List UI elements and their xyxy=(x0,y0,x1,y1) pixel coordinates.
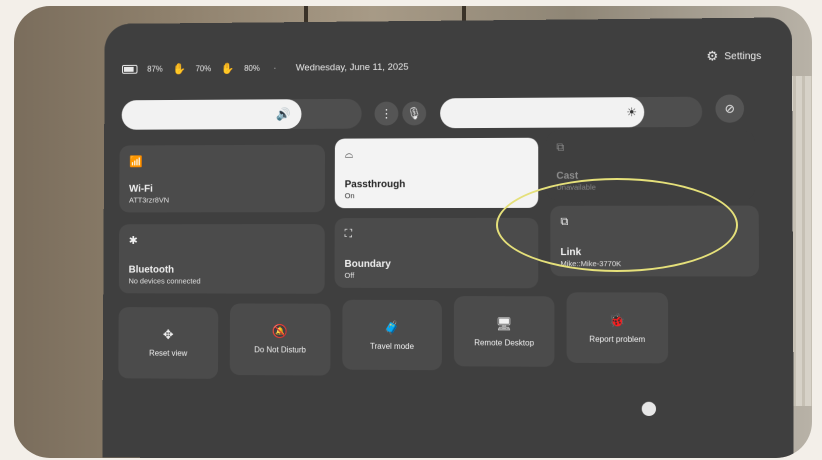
scene-background: 87% ✋ 70% ✋ 80% · Wednesday, June 11, 20… xyxy=(14,6,812,458)
speaker-icon: 🔊 xyxy=(275,107,291,122)
boundary-title: Boundary xyxy=(344,258,391,270)
more-options-button[interactable]: ⋮ xyxy=(374,101,399,126)
passthrough-status: On xyxy=(344,191,355,201)
wifi-icon: 📶 xyxy=(129,156,143,169)
controller-left-level: 70% xyxy=(195,64,212,74)
remote-desktop-label: Remote Desktop xyxy=(474,338,535,348)
tile-passthrough[interactable]: ⌓ Passthrough On xyxy=(334,137,539,209)
suitcase-icon: 🧳 xyxy=(383,319,401,335)
status-bar: 87% ✋ 70% ✋ 80% · Wednesday, June 11, 20… xyxy=(121,61,409,76)
bluetooth-icon: ✱ xyxy=(128,235,138,247)
settings-button[interactable]: ⚙ Settings xyxy=(706,48,761,65)
reset-view-button[interactable]: ✥ Reset view xyxy=(118,307,219,379)
battery-icon xyxy=(121,65,138,74)
cast-icon: ⧉ xyxy=(556,141,565,154)
gear-icon: ⚙ xyxy=(706,48,719,64)
sun-icon: ☀ xyxy=(626,105,638,120)
settings-label: Settings xyxy=(724,50,762,62)
bluetooth-title: Bluetooth xyxy=(128,264,175,276)
travel-mode-button[interactable]: 🧳 Travel mode xyxy=(342,299,442,371)
wifi-network: ATT3rzr8VN xyxy=(129,195,170,205)
wifi-title: Wi-Fi xyxy=(129,183,153,195)
passthrough-title: Passthrough xyxy=(344,179,406,191)
report-problem-button[interactable]: 🐞 Report problem xyxy=(566,292,669,364)
brightness-fill xyxy=(440,97,645,129)
report-problem-label: Report problem xyxy=(589,334,646,345)
bluetooth-status: No devices connected xyxy=(128,276,201,286)
bug-icon: 🐞 xyxy=(608,312,626,328)
battery-level: 87% xyxy=(147,64,163,74)
headset-icon: ⌓ xyxy=(344,148,354,161)
microphone-button[interactable]: 🎙 xyxy=(402,101,427,126)
visibility-off-button[interactable]: ⊘ xyxy=(715,94,745,123)
volume-slider[interactable]: 🔊 xyxy=(121,98,362,130)
reset-view-label: Reset view xyxy=(149,348,188,358)
travel-mode-label: Travel mode xyxy=(370,341,415,352)
date-label: Wednesday, June 11, 2025 xyxy=(295,61,409,74)
tile-wifi[interactable]: 📶 Wi-Fi ATT3rzr8VN xyxy=(119,144,326,213)
volume-fill xyxy=(121,99,302,130)
controller-right-icon: ✋ xyxy=(220,63,235,76)
do-not-disturb-label: Do Not Disturb xyxy=(254,345,306,355)
remote-desktop-button[interactable]: 🖥 Remote Desktop xyxy=(453,296,555,367)
brightness-slider[interactable]: ☀ xyxy=(440,96,703,129)
move-icon: ✥ xyxy=(162,327,174,342)
boundary-status: Off xyxy=(344,270,355,280)
do-not-disturb-button[interactable]: 🔕 Do Not Disturb xyxy=(229,303,331,376)
pointer-cursor xyxy=(641,401,657,417)
controller-right-level: 80% xyxy=(244,63,260,73)
boundary-icon: ⛶ xyxy=(344,228,353,240)
bell-off-icon: 🔕 xyxy=(272,323,289,339)
tile-bluetooth[interactable]: ✱ Bluetooth No devices connected xyxy=(118,224,325,294)
status-separator: · xyxy=(273,63,277,73)
controller-left-icon: ✋ xyxy=(172,63,186,76)
highlight-ellipse xyxy=(496,178,738,272)
monitor-icon: 🖥 xyxy=(495,316,513,332)
